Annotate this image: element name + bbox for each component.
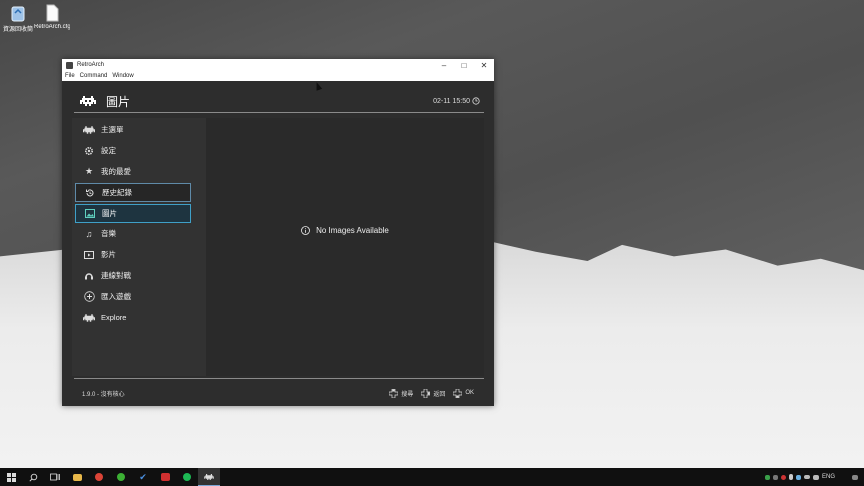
spotify-icon[interactable] (176, 468, 198, 486)
image-icon (84, 208, 96, 220)
ra-footer: 1.9.0 - 沒有核心 搜尋 返回 OK (82, 387, 474, 399)
microphone-icon[interactable] (788, 474, 793, 480)
hint-back[interactable]: 返回 (421, 388, 446, 398)
close-button[interactable]: ✕ (474, 61, 494, 70)
hint-label: 返回 (433, 391, 446, 398)
sidebar-item-netplay[interactable]: 連線對戰 (75, 267, 189, 284)
taskbar: ✔ ENG (0, 468, 864, 486)
empty-state: No Images Available (206, 226, 484, 235)
header-divider (74, 112, 484, 113)
retroarch-ui: 圖片 02-11 15:50 主選單 設定 ★ 我的最愛 歷史紀錄 圖片 ♫ 音… (62, 81, 494, 406)
sidebar-item-history[interactable]: 歷史紀錄 (75, 183, 191, 202)
sidebar-item-label: 連線對戰 (101, 271, 131, 280)
tray-app-icon[interactable] (795, 474, 801, 480)
ra-sidebar: 主選單 設定 ★ 我的最愛 歷史紀錄 圖片 ♫ 音樂 影片 連線對戰 匯入遊戲 … (72, 118, 206, 376)
footer-divider (74, 378, 484, 379)
chrome-icon[interactable] (88, 468, 110, 486)
retroarch-taskbar-icon[interactable] (198, 468, 220, 486)
hint-ok[interactable]: OK (453, 388, 474, 398)
desktop-icon-recycle-bin[interactable]: 資源回收筒 (0, 4, 36, 33)
minimize-button[interactable]: – (434, 61, 454, 70)
todo-icon[interactable]: ✔ (132, 468, 154, 486)
sidebar-item-label: 我的最愛 (101, 167, 131, 176)
menu-file[interactable]: File (65, 73, 75, 79)
sidebar-item-label: Explore (101, 313, 127, 322)
file-explorer-icon[interactable] (66, 468, 88, 486)
hint-label: OK (465, 390, 474, 396)
empty-message: No Images Available (316, 226, 389, 235)
dpad-icon (421, 388, 431, 398)
sidebar-item-label: 影片 (101, 250, 116, 259)
windows-start-icon[interactable] (0, 468, 22, 486)
sidebar-item-images[interactable]: 圖片 (75, 204, 191, 223)
search-icon[interactable] (22, 468, 44, 486)
wechat-icon[interactable] (110, 468, 132, 486)
ra-clock-text: 02-11 15:50 (433, 97, 470, 105)
file-icon (44, 4, 60, 22)
sidebar-item-favorites[interactable]: ★ 我的最愛 (75, 163, 189, 180)
footer-hints: 搜尋 返回 OK (381, 388, 474, 398)
dpad-icon (453, 388, 463, 398)
add-icon (83, 291, 95, 303)
sidebar-item-label: 匯入遊戲 (101, 292, 131, 301)
desktop-icon-label: RetroArch.cfg (34, 24, 70, 30)
hint-label: 搜尋 (401, 391, 414, 398)
volume-icon[interactable] (812, 474, 819, 480)
retroarch-logo-icon (80, 96, 96, 106)
star-icon: ★ (84, 166, 94, 176)
retroarch-app-icon (66, 61, 73, 69)
system-tray: ENG (764, 474, 864, 480)
recycle-bin-icon (10, 4, 26, 22)
music-icon: ♫ (85, 228, 93, 239)
sidebar-item-explore[interactable]: Explore (75, 309, 189, 326)
ra-header: 圖片 02-11 15:50 (80, 91, 480, 111)
language-indicator[interactable]: ENG (822, 474, 835, 480)
invader-icon (83, 124, 95, 136)
tray-app-icon[interactable] (772, 474, 778, 480)
maximize-button[interactable]: □ (454, 61, 474, 70)
sidebar-item-label: 歷史紀錄 (102, 188, 132, 197)
notification-icon[interactable] (852, 474, 858, 480)
invader-icon (83, 312, 95, 324)
app-red-icon[interactable] (154, 468, 176, 486)
window-titlebar[interactable]: RetroArch – □ ✕ (62, 59, 494, 71)
tray-app-icon[interactable] (764, 474, 770, 480)
sidebar-item-main-menu[interactable]: 主選單 (75, 121, 189, 138)
tray-app-icon[interactable] (780, 474, 786, 480)
ra-page-title: 圖片 (106, 94, 131, 109)
menu-window[interactable]: Window (112, 73, 133, 79)
menu-command[interactable]: Command (80, 73, 108, 79)
sidebar-item-settings[interactable]: 設定 (75, 142, 189, 159)
dpad-icon (389, 388, 399, 398)
info-icon (301, 226, 310, 235)
clock-icon (472, 97, 480, 105)
version-text: 1.9.0 - 沒有核心 (82, 391, 125, 398)
video-icon (83, 249, 95, 261)
sidebar-item-label: 主選單 (101, 125, 124, 134)
sidebar-item-music[interactable]: ♫ 音樂 (75, 225, 189, 242)
netplay-icon (83, 270, 95, 282)
task-view-icon[interactable] (44, 468, 66, 486)
hint-search[interactable]: 搜尋 (389, 388, 414, 398)
ra-content-area: No Images Available (206, 118, 484, 376)
desktop-icon-file[interactable]: RetroArch.cfg (34, 4, 70, 30)
ra-clock: 02-11 15:50 (433, 97, 480, 105)
sidebar-item-import-content[interactable]: 匯入遊戲 (75, 288, 189, 305)
network-icon[interactable] (803, 475, 810, 479)
sidebar-item-label: 設定 (101, 146, 116, 155)
history-icon (84, 187, 96, 199)
sidebar-item-video[interactable]: 影片 (75, 246, 189, 263)
window-title: RetroArch (77, 62, 105, 68)
retroarch-window: RetroArch – □ ✕ File Command Window 圖片 0… (62, 59, 494, 406)
sidebar-item-label: 音樂 (101, 229, 116, 238)
gear-icon (83, 145, 95, 157)
sidebar-item-label: 圖片 (102, 209, 117, 218)
desktop-icon-label: 資源回收筒 (2, 27, 33, 33)
